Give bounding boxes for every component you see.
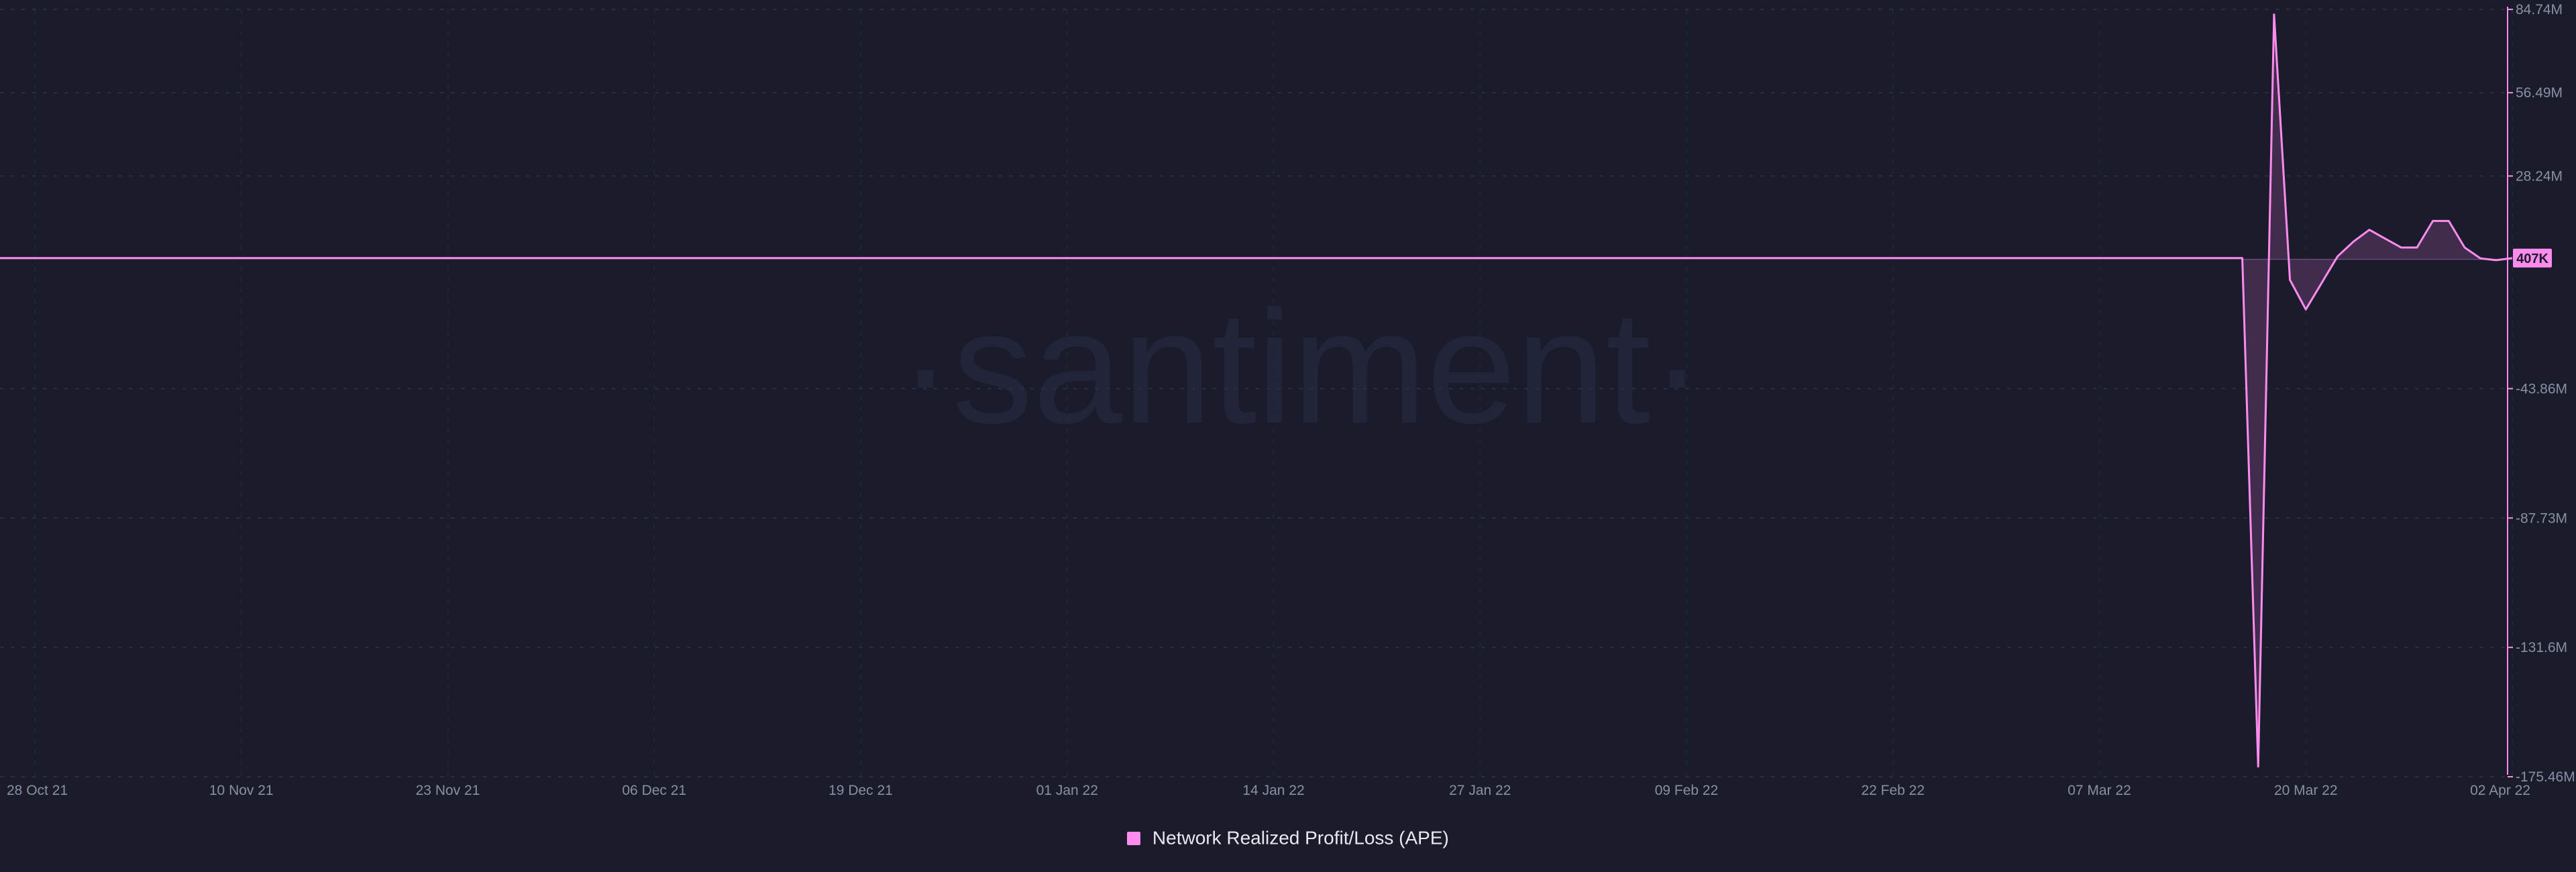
x-tick-label: 28 Oct 21 xyxy=(7,783,68,798)
x-tick-label: 01 Jan 22 xyxy=(1036,783,1098,798)
y-tick-label: 56.49M xyxy=(2516,85,2563,101)
x-tick-label: 09 Feb 22 xyxy=(1655,783,1719,798)
y-tick-label: 28.24M xyxy=(2516,168,2563,184)
chart-legend: Network Realized Profit/Loss (APE) xyxy=(0,826,2576,849)
y-tick-label: -87.73M xyxy=(2516,510,2567,526)
x-tick-label: 02 Apr 22 xyxy=(2470,783,2530,798)
legend-swatch xyxy=(1127,831,1141,845)
x-tick-label: 20 Mar 22 xyxy=(2274,783,2338,798)
x-tick-label: 22 Feb 22 xyxy=(1861,783,1925,798)
x-tick-label: 27 Jan 22 xyxy=(1449,783,1511,798)
chart-canvas: ·santiment· 84.74M 56.49M 28.24M -43.86M -87… xyxy=(0,0,2576,872)
x-tick-label: 07 Mar 22 xyxy=(2068,783,2131,798)
last-value-badge: 407K xyxy=(2513,248,2552,268)
y-tick-label: 84.74M xyxy=(2516,2,2563,17)
last-value-badge-label: 407K xyxy=(2516,252,2548,266)
legend-label: Network Realized Profit/Loss (APE) xyxy=(1152,827,1449,849)
x-tick-label: 06 Dec 21 xyxy=(622,783,686,798)
x-tick-label: 14 Jan 22 xyxy=(1242,783,1304,798)
x-tick-label: 19 Dec 21 xyxy=(828,783,893,798)
y-tick-label: -43.86M xyxy=(2516,381,2567,396)
x-tick-label: 23 Nov 21 xyxy=(416,783,480,798)
y-tick-label: -131.6M xyxy=(2516,640,2567,655)
santiment-watermark: ·santiment· xyxy=(899,277,1704,457)
x-tick-label: 10 Nov 21 xyxy=(209,783,274,798)
